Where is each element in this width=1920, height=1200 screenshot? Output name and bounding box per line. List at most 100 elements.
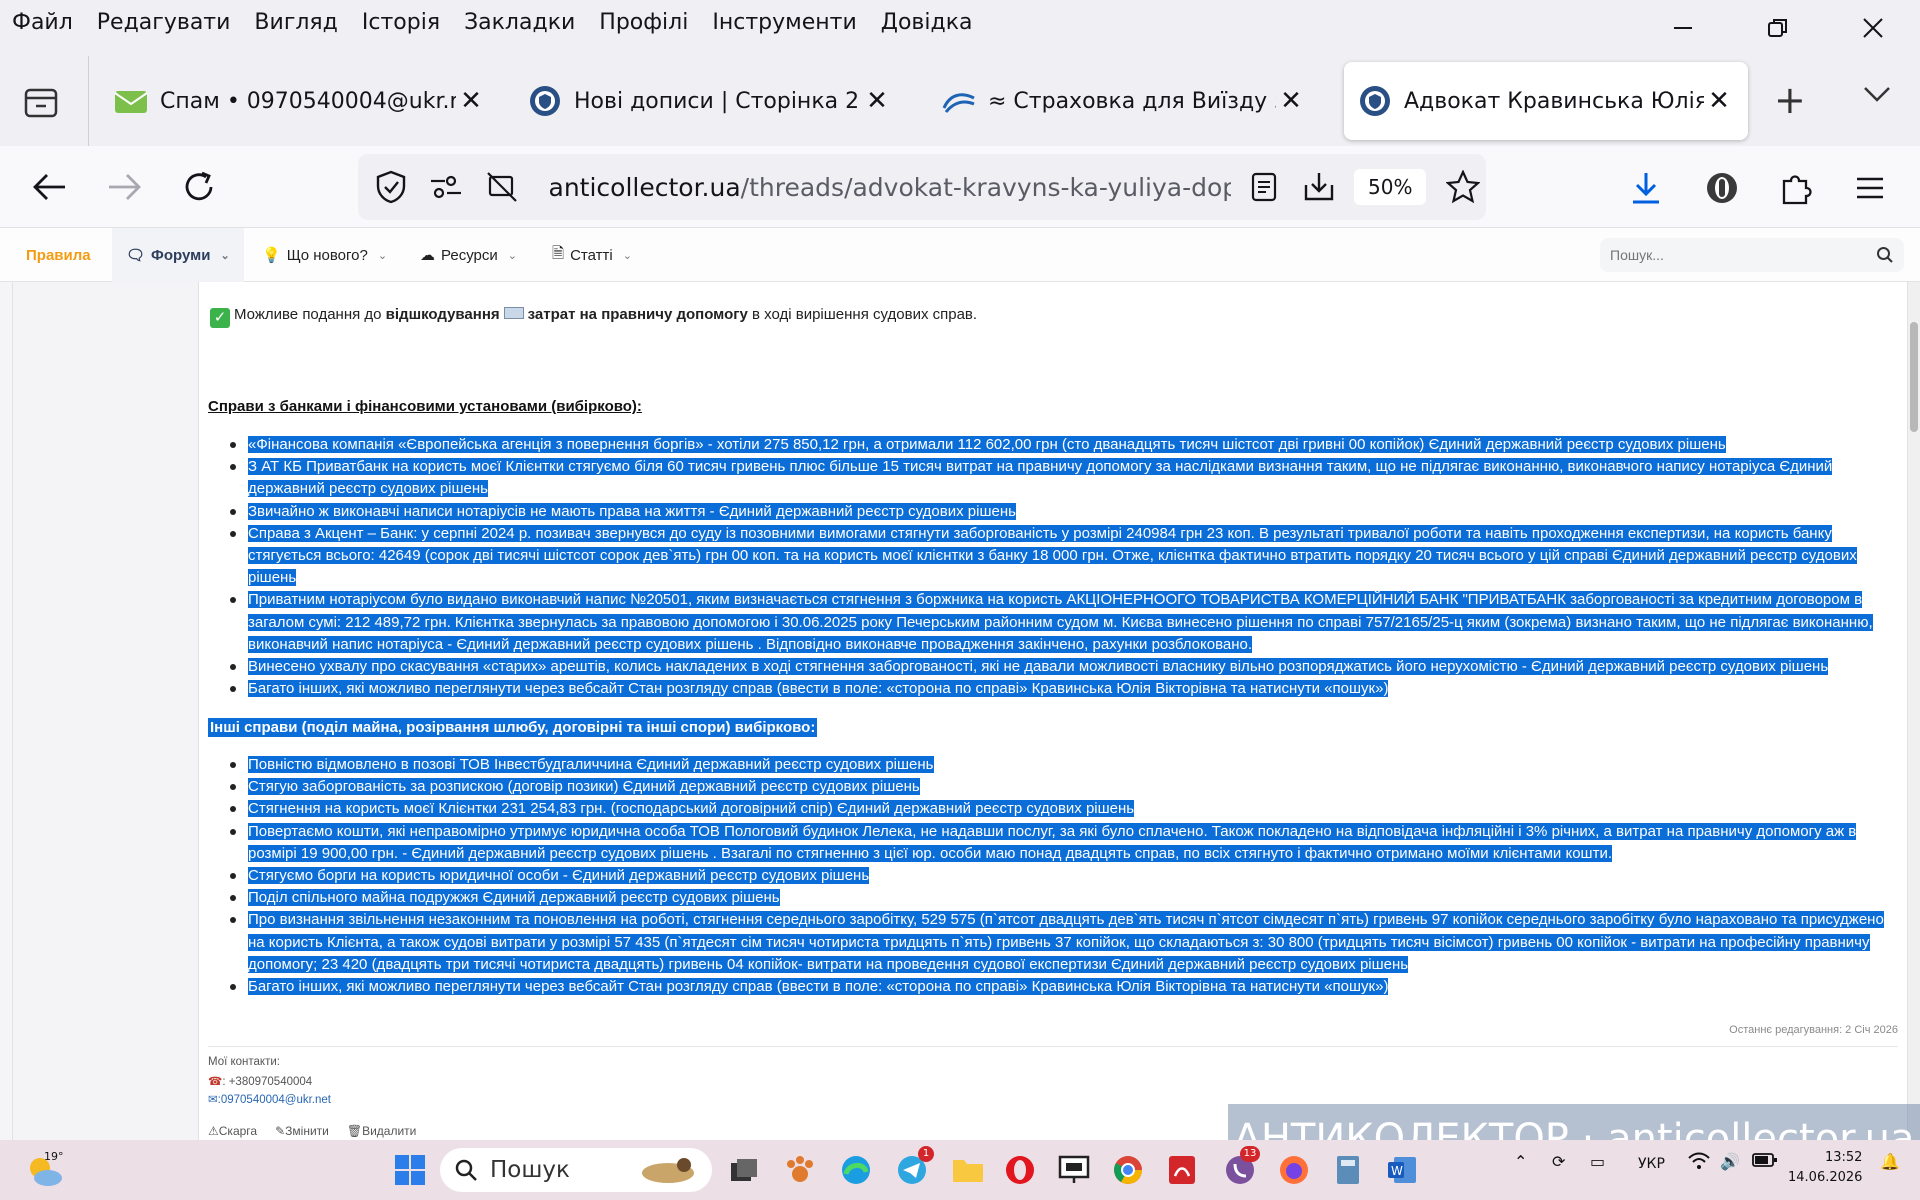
- close-tab-icon[interactable]: ✕: [1276, 86, 1306, 116]
- menu-bookmarks[interactable]: Закладки: [452, 10, 587, 35]
- edge-browser-icon[interactable]: [838, 1152, 874, 1188]
- credit-card-icon: [503, 307, 524, 319]
- url-domain: anticollector.ua: [548, 172, 741, 202]
- bookmark-star-icon[interactable]: [1440, 164, 1486, 210]
- tab-insurance[interactable]: ≈ Страховка для Виїзду за Кордон ✕: [928, 62, 1320, 140]
- battery-icon[interactable]: [1752, 1152, 1778, 1172]
- post-author-rail: [12, 282, 198, 1140]
- tracking-protection-shield-icon[interactable]: [368, 164, 414, 210]
- bank-cases-heading: Справи з банками і фінансовими установам…: [208, 398, 642, 415]
- list-item: Стягую заборгованість за розпискою (дого…: [230, 776, 1896, 798]
- menu-tools[interactable]: Інструменти: [700, 10, 868, 35]
- minimize-button[interactable]: [1635, 0, 1730, 56]
- downloads-button[interactable]: [1624, 166, 1668, 210]
- privacy-extension-button[interactable]: [1700, 166, 1744, 210]
- reader-view-icon[interactable]: [1241, 164, 1287, 210]
- viber-icon[interactable]: 13: [1222, 1146, 1260, 1188]
- nav-resources-tab[interactable]: ☁ Ресурси ⌄: [420, 228, 517, 282]
- save-page-icon[interactable]: [1297, 164, 1343, 210]
- hamburger-menu-icon: [1857, 177, 1883, 199]
- close-tab-icon[interactable]: ✕: [1704, 86, 1734, 116]
- telegram-icon[interactable]: 1: [894, 1146, 934, 1188]
- extensions-button[interactable]: [1774, 166, 1818, 210]
- paw-app-icon[interactable]: [782, 1152, 818, 1188]
- display-mode-icon[interactable]: ▭: [1590, 1152, 1605, 1171]
- tab-list-chevron-icon[interactable]: [1862, 78, 1892, 111]
- address-bar[interactable]: anticollector.ua/threads/advokat-kravyns…: [358, 154, 1486, 220]
- close-window-button[interactable]: [1825, 0, 1920, 56]
- menu-view[interactable]: Вигляд: [242, 10, 349, 35]
- site-search-box[interactable]: [1600, 238, 1904, 272]
- back-arrow-icon: [33, 174, 65, 200]
- report-link[interactable]: ⚠Скарга: [208, 1124, 257, 1138]
- language-indicator[interactable]: УКР: [1638, 1156, 1665, 1172]
- menu-file[interactable]: Файл: [0, 10, 85, 35]
- menu-profiles[interactable]: Профілі: [587, 10, 700, 35]
- url-text[interactable]: anticollector.ua/threads/advokat-kravyns…: [549, 173, 1232, 202]
- scrollbar-thumb[interactable]: [1910, 322, 1918, 432]
- tray-overflow-chevron-icon[interactable]: ⌃: [1514, 1152, 1527, 1171]
- firefox-view-button[interactable]: [20, 80, 62, 122]
- wave-logo-icon: [942, 84, 976, 118]
- new-tab-icon[interactable]: +: [1774, 78, 1806, 122]
- tab-title: Адвокат Кравинська Юлія: допомога: [1404, 88, 1704, 114]
- tab-separator: [88, 56, 89, 146]
- zoom-level-badge[interactable]: 50%: [1354, 169, 1427, 205]
- close-tab-icon[interactable]: ✕: [456, 86, 486, 116]
- site-search-input[interactable]: [1610, 247, 1876, 263]
- task-view-icon[interactable]: [726, 1152, 762, 1188]
- file-explorer-icon[interactable]: [950, 1152, 986, 1188]
- nav-whats-new-tab[interactable]: 💡 Що нового? ⌄: [262, 228, 387, 282]
- chevron-down-icon[interactable]: ⌄: [623, 249, 632, 262]
- edit-link[interactable]: ✎Змінити: [275, 1124, 329, 1138]
- reload-button[interactable]: [178, 166, 220, 208]
- notifications-bell-icon[interactable]: 🔔: [1880, 1152, 1900, 1171]
- email-icon: ✉: [208, 1094, 218, 1106]
- taskbar-search-box[interactable]: Пошук: [440, 1148, 712, 1192]
- insecure-connection-icon[interactable]: [479, 164, 525, 210]
- pdf-reader-icon[interactable]: [1164, 1152, 1200, 1188]
- sync-status-icon[interactable]: ⟳: [1552, 1152, 1565, 1171]
- chevron-down-icon[interactable]: ⌄: [220, 249, 229, 262]
- chrome-browser-icon[interactable]: [1110, 1152, 1146, 1188]
- back-button[interactable]: [28, 166, 70, 208]
- calculator-icon[interactable]: [1330, 1152, 1366, 1188]
- system-clock[interactable]: 13:52 14.06.2026: [1788, 1148, 1862, 1188]
- search-icon[interactable]: [1876, 246, 1894, 264]
- list-item: «Фінансова компанія «Європейська агенція…: [230, 434, 1896, 456]
- volume-icon[interactable]: 🔊: [1720, 1152, 1740, 1171]
- reload-icon: [185, 171, 213, 201]
- nav-forums-tab[interactable]: 🗨 Форуми ⌄: [112, 228, 244, 282]
- close-tab-icon[interactable]: ✕: [862, 86, 892, 116]
- restore-button[interactable]: [1730, 0, 1825, 56]
- menu-history[interactable]: Історія: [350, 10, 452, 35]
- site-shield-icon: [528, 84, 562, 118]
- opera-browser-icon[interactable]: [1002, 1152, 1038, 1188]
- firefox-browser-icon[interactable]: [1276, 1152, 1312, 1188]
- permissions-icon[interactable]: [424, 164, 470, 210]
- monitor-app-icon[interactable]: [1056, 1152, 1092, 1188]
- tab-active-lawyer[interactable]: Адвокат Кравинська Юлія: допомога ✕: [1344, 62, 1748, 140]
- chevron-down-icon[interactable]: ⌄: [378, 249, 387, 262]
- nav-articles-label: Статті: [570, 246, 613, 264]
- bank-cases-list: «Фінансова компанія «Європейська агенція…: [230, 434, 1896, 700]
- menu-help[interactable]: Довідка: [869, 10, 985, 35]
- chevron-down-icon[interactable]: ⌄: [508, 249, 517, 262]
- nav-rules-link[interactable]: Правила: [26, 228, 91, 282]
- forward-button[interactable]: [104, 166, 146, 208]
- wifi-icon[interactable]: [1688, 1152, 1710, 1174]
- app-menu-button[interactable]: [1848, 166, 1892, 210]
- menu-edit[interactable]: Редагувати: [85, 10, 243, 35]
- start-button[interactable]: [392, 1152, 428, 1188]
- tab-title: ≈ Страховка для Виїзду за Кордон: [988, 88, 1276, 114]
- taskbar-search-label: Пошук: [490, 1157, 570, 1183]
- list-item: Стягуємо борги на користь юридичної особ…: [230, 865, 1896, 887]
- signature-divider: [208, 1046, 1898, 1047]
- delete-link[interactable]: 🗑Видалити: [347, 1124, 417, 1138]
- nav-articles-tab[interactable]: 🗎 Статті ⌄: [552, 228, 632, 282]
- page-scrollbar[interactable]: [1908, 282, 1920, 1140]
- tab-mail[interactable]: Спам • 0970540004@ukr.net ✕: [100, 62, 500, 140]
- telegram-unread-badge: 1: [918, 1146, 934, 1162]
- word-app-icon[interactable]: W: [1384, 1152, 1420, 1188]
- tab-new-posts[interactable]: Нові дописи | Сторінка 2 ✕: [514, 62, 906, 140]
